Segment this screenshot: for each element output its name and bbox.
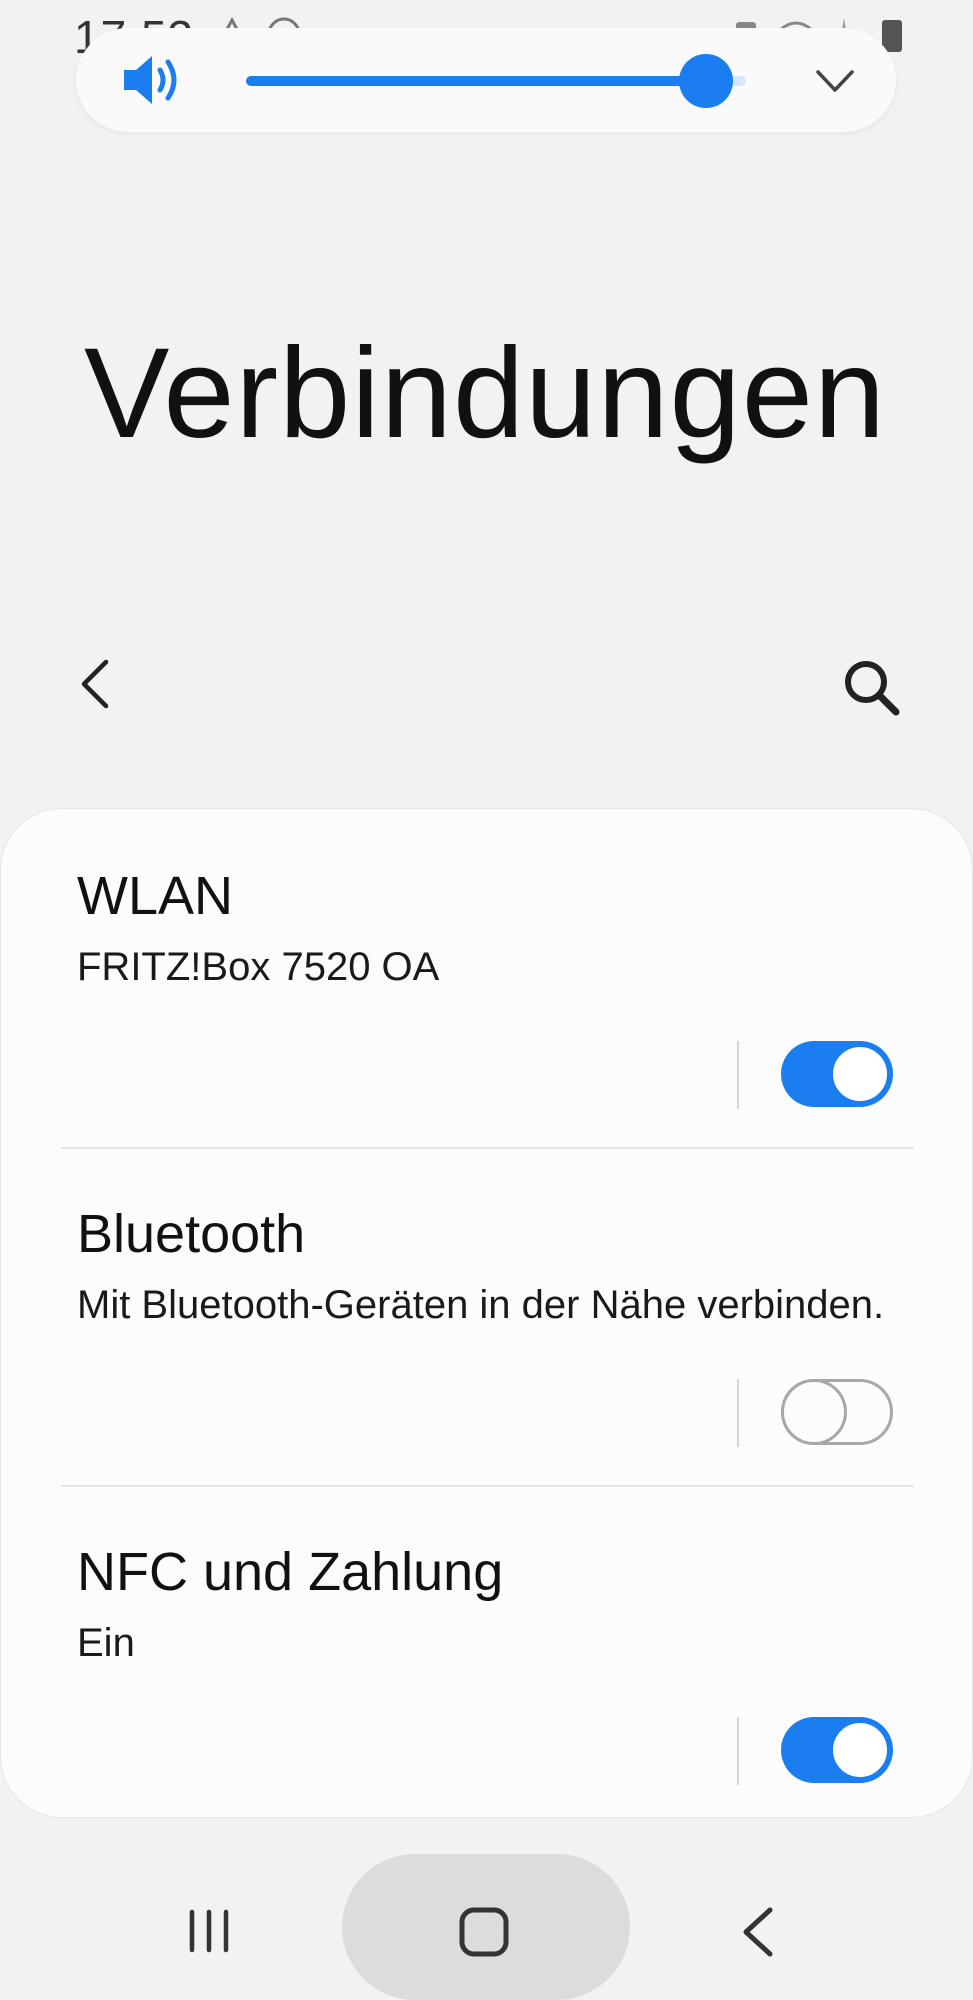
nfc-toggle[interactable] xyxy=(781,1717,893,1783)
settings-screen: 17:53 V xyxy=(0,0,973,2000)
navigation-bar xyxy=(0,1840,973,2000)
wlan-toggle[interactable] xyxy=(781,1041,893,1107)
setting-subtitle: Mit Bluetooth-Geräten in der Nähe verbin… xyxy=(77,1283,885,1327)
volume-slider-fill xyxy=(246,76,706,86)
vertical-divider xyxy=(737,1379,739,1447)
page-title: Verbindungen xyxy=(84,322,887,465)
recents-icon[interactable] xyxy=(184,1906,234,1956)
home-icon[interactable] xyxy=(456,1904,512,1960)
vertical-divider xyxy=(737,1041,739,1109)
volume-slider-thumb[interactable] xyxy=(679,54,733,108)
setting-item-wlan[interactable]: WLAN FRITZ!Box 7520 OA xyxy=(1,809,973,1145)
chevron-left-icon[interactable] xyxy=(70,656,126,712)
speaker-icon[interactable] xyxy=(120,52,186,108)
volume-panel xyxy=(76,28,896,132)
toggle-knob xyxy=(781,1379,847,1445)
chevron-down-icon[interactable] xyxy=(812,58,858,104)
bluetooth-toggle[interactable] xyxy=(781,1379,893,1445)
toggle-knob xyxy=(830,1720,890,1780)
volume-slider[interactable] xyxy=(246,54,746,108)
setting-item-bluetooth[interactable]: Bluetooth Mit Bluetooth-Geräten in der N… xyxy=(1,1147,973,1483)
toggle-knob xyxy=(830,1044,890,1104)
setting-item-nfc[interactable]: NFC und Zahlung Ein xyxy=(1,1485,973,1821)
search-icon[interactable] xyxy=(840,656,902,718)
setting-title: WLAN xyxy=(77,866,234,926)
setting-title: Bluetooth xyxy=(77,1204,306,1264)
settings-list: WLAN FRITZ!Box 7520 OA Bluetooth Mit Blu… xyxy=(0,808,973,1818)
vertical-divider xyxy=(737,1717,739,1785)
setting-subtitle: Ein xyxy=(77,1621,135,1665)
setting-title: NFC und Zahlung xyxy=(77,1542,504,1602)
setting-subtitle: FRITZ!Box 7520 OA xyxy=(77,945,440,989)
back-icon[interactable] xyxy=(734,1904,784,1960)
